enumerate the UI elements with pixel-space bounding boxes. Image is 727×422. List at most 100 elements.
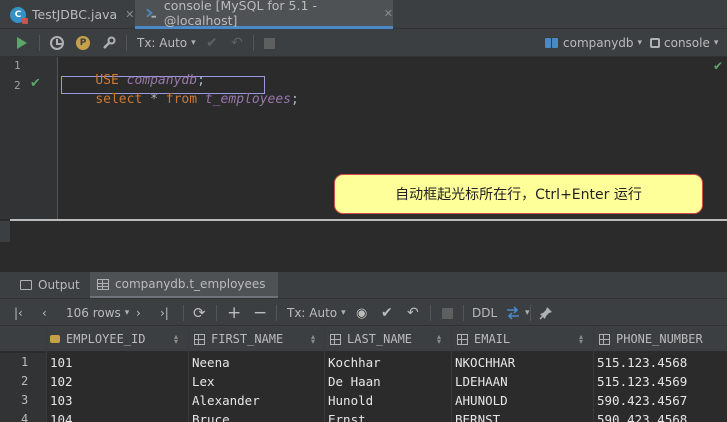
reload-button[interactable]: ⟳ [193,299,206,327]
history-button[interactable] [50,29,64,57]
column-header-label: LAST_NAME [347,332,413,346]
column-icon [194,333,205,345]
row-count-dropdown[interactable]: 106 rows ▾ [66,299,129,327]
tab-result-table[interactable]: companydb.t_employees [90,272,278,298]
tab-testjdbc-java[interactable]: C TestJDBC.java ✕ [0,0,135,29]
chevron-down-icon: ▾ [341,308,346,318]
cell-employee-id[interactable]: 104 [50,410,73,422]
results-tab-bar: Output companydb.t_employees [0,272,727,298]
table-icon [97,278,109,290]
commit-button[interactable]: ✔ [206,29,218,57]
chevron-right-icon: › [136,306,141,320]
toolbar-divider [430,305,431,321]
column-header-last-name[interactable]: LAST_NAME [330,326,412,352]
first-page-button[interactable]: |‹ [14,299,23,327]
sort-icon[interactable]: ▴ ▾ [579,333,583,346]
table-row[interactable]: 1 101 Neena Kochhar NKOCHHAR 515.123.456… [0,353,727,372]
previous-page-button[interactable]: ‹ [42,299,47,327]
results-tx-mode-dropdown[interactable]: Tx: Auto ▾ [287,299,346,327]
cancel-button[interactable] [264,29,275,57]
cell-phone-number[interactable]: 590.423.4567 [597,391,687,410]
cell-first-name[interactable]: Neena [192,353,230,372]
wrench-icon [103,36,116,49]
last-page-icon: ›| [160,306,169,320]
last-page-button[interactable]: ›| [160,299,169,327]
console-icon [146,8,157,18]
cell-email[interactable]: BERNST [455,410,500,422]
column-icon [457,333,468,345]
inspection-ok-icon: ✔ [712,59,723,73]
java-class-icon: C [10,6,28,24]
cell-first-name[interactable]: Lex [192,372,215,391]
editor-tab-bar: C TestJDBC.java ✕ console [MySQL for 5.1… [0,0,727,29]
preview-button[interactable]: ◉ [356,299,367,327]
profile-button[interactable]: P [76,29,90,57]
grid-header: EMPLOYEE_ID ▴ ▾ FIRST_NAME ▴ ▾ LAST_NAME ▴… [0,326,727,352]
cell-phone-number[interactable]: 515.123.4569 [597,372,687,391]
output-icon [20,280,32,290]
pin-tab-button[interactable] [539,299,553,327]
cell-last-name[interactable]: Kochhar [328,353,381,372]
toolbar-divider [39,35,40,51]
delete-row-button[interactable]: − [253,299,267,327]
close-icon[interactable]: ✕ [125,8,134,21]
settings-button[interactable] [101,29,116,57]
row-count-label: 106 rows [66,306,121,320]
sql-keyword: from [165,92,198,107]
chevron-down-icon: ▾ [191,38,196,48]
table-row[interactable]: 2 102 Lex De Haan LDEHAAN 515.123.4569 [0,372,727,391]
column-header-phone-number[interactable]: PHONE_NUMBER [599,326,703,352]
cell-last-name[interactable]: De Haan [328,372,381,391]
row-number: 4 [0,410,46,422]
table-row[interactable]: 3 103 Alexander Hunold AHUNOLD 590.423.4… [0,391,727,410]
cell-employee-id[interactable]: 102 [50,372,73,391]
plus-icon: + [227,303,242,323]
session-selector[interactable]: console ▾ [650,29,718,57]
cell-employee-id[interactable]: 101 [50,353,73,372]
cell-first-name[interactable]: Bruce [192,410,230,422]
tx-mode-label: Tx: Auto [287,306,338,320]
cell-phone-number[interactable]: 515.123.4568 [597,353,687,372]
tab-output[interactable]: Output [20,272,90,298]
undo-icon: ↶ [231,35,243,51]
schema-selector[interactable]: companydb ▾ [545,29,642,57]
cancel-query-button[interactable] [442,299,453,327]
submit-button[interactable]: ✔ [381,299,393,327]
toolbar-divider [183,305,184,321]
tab-console[interactable]: console [MySQL for 5.1 - @localhost] ✕ [135,0,393,29]
cell-last-name[interactable]: Hunold [328,391,373,410]
sort-icon[interactable]: ▴ ▾ [437,333,441,346]
next-page-button[interactable]: › [136,299,141,327]
row-number: 2 [0,372,46,391]
rollback-button[interactable]: ↶ [231,29,243,57]
session-icon [650,38,660,48]
cell-phone-number[interactable]: 590.423.4568 [597,410,687,422]
sort-icon[interactable]: ▴ ▾ [311,333,315,346]
tab-label: Output [38,278,80,292]
toolbar-divider [216,305,217,321]
chevron-down-icon: ▾ [713,38,719,48]
chevron-down-icon: ▾ [525,308,530,318]
compare-button[interactable]: ▾ [505,299,530,327]
cell-email[interactable]: AHUNOLD [455,391,508,410]
tx-mode-dropdown[interactable]: Tx: Auto ▾ [137,29,196,57]
sort-icon[interactable]: ▴ ▾ [174,333,178,346]
table-row[interactable]: 4 104 Bruce Ernst BERNST 590.423.4568 [0,410,727,422]
column-header-first-name[interactable]: FIRST_NAME [194,326,283,352]
close-icon[interactable]: ✕ [384,7,393,20]
code-line-2[interactable]: select * from t_employees; [64,77,299,122]
column-header-email[interactable]: EMAIL [457,326,510,352]
checkmark-icon: ✔ [206,35,218,51]
execute-button[interactable] [17,29,27,57]
cell-last-name[interactable]: Ernst [328,410,366,422]
cell-first-name[interactable]: Alexander [192,391,260,410]
cell-email[interactable]: NKOCHHAR [455,353,515,372]
sql-editor[interactable]: 1 2 ✔ USE companydb; select * from t_emp… [0,57,727,242]
add-row-button[interactable]: + [227,299,241,327]
column-header-employee-id[interactable]: EMPLOYEE_ID [50,326,145,352]
cell-email[interactable]: LDEHAAN [455,372,508,391]
ddl-button[interactable]: DDL [472,299,497,327]
revert-button[interactable]: ↶ [407,299,419,327]
cell-employee-id[interactable]: 103 [50,391,73,410]
